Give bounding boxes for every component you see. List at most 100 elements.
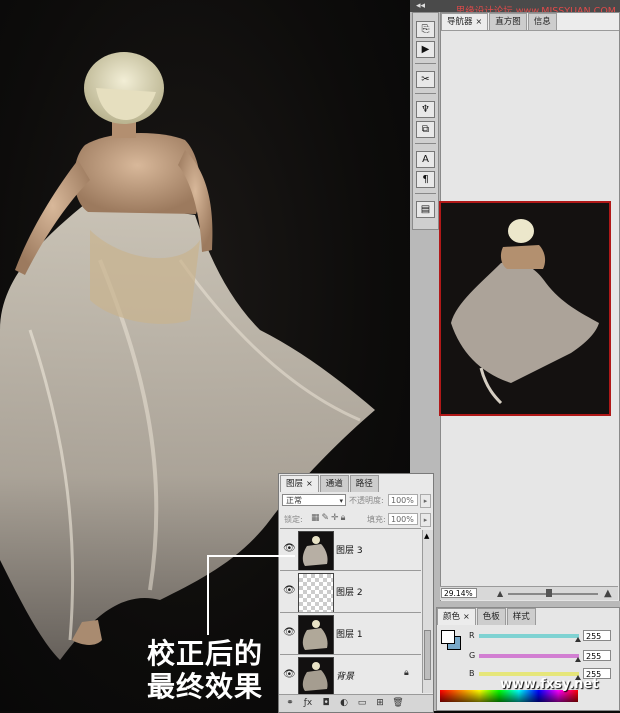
layers-panel: 图层 × 通道 路径 正常 ▾ 不透明度: 100% ▸ 锁定: ▦✎✛🔒︎ 填充:… bbox=[278, 473, 434, 713]
watermark-bottom: www.fxsy.net bbox=[500, 677, 599, 692]
delete-layer-icon[interactable]: 🗑︎ bbox=[391, 697, 405, 709]
strip-divider bbox=[415, 93, 436, 94]
tool-presets-icon[interactable]: ✂ bbox=[416, 71, 435, 88]
opacity-arrow-icon[interactable]: ▸ bbox=[420, 494, 431, 508]
layer-row[interactable]: 👁︎ 背景 🔒︎ bbox=[280, 654, 421, 695]
lock-fill-row: 锁定: ▦✎✛🔒︎ 填充: 100% ▸ bbox=[281, 511, 431, 527]
layers-tabs: 图层 × 通道 路径 bbox=[280, 475, 380, 492]
layer-row[interactable]: 👁︎ 图层 1 bbox=[280, 612, 421, 655]
adjustment-layer-icon[interactable]: ◐ bbox=[337, 697, 351, 709]
chevron-down-icon: ▾ bbox=[339, 497, 343, 505]
foreground-color-swatch[interactable] bbox=[441, 630, 455, 644]
collapse-arrows-icon[interactable]: ◂◂ bbox=[416, 0, 425, 12]
brushes-icon[interactable]: ♆ bbox=[416, 101, 435, 118]
tab-layers[interactable]: 图层 × bbox=[280, 475, 319, 492]
new-layer-icon[interactable]: ⊞ bbox=[373, 697, 387, 709]
fill-label: 填充: bbox=[367, 515, 386, 524]
tab-color[interactable]: 颜色 × bbox=[437, 608, 476, 625]
tab-swatches[interactable]: 色板 bbox=[476, 608, 506, 625]
lock-icon: 🔒︎ bbox=[404, 668, 409, 678]
scrollbar-thumb[interactable] bbox=[424, 630, 431, 680]
blend-opacity-row: 正常 ▾ 不透明度: 100% ▸ bbox=[281, 492, 431, 508]
eye-icon[interactable]: 👁︎ bbox=[283, 585, 296, 597]
history-icon[interactable]: ⎘ bbox=[416, 21, 435, 38]
layer-thumbnail bbox=[298, 531, 334, 571]
blend-mode-select[interactable]: 正常 ▾ bbox=[282, 494, 346, 506]
callout-line bbox=[207, 555, 295, 557]
actions-icon[interactable]: ▶ bbox=[416, 41, 435, 58]
caption: 校正后的 最终效果 bbox=[147, 637, 287, 703]
channel-slider-handle[interactable] bbox=[575, 657, 581, 662]
tab-label: 样式 bbox=[512, 612, 530, 622]
navigator-tabs: 导航器 × 直方图 信息 bbox=[441, 13, 558, 30]
close-icon[interactable]: × bbox=[306, 479, 313, 488]
strip-divider bbox=[415, 193, 436, 194]
navigator-preview-image bbox=[441, 203, 609, 414]
layer-name: 图层 2 bbox=[336, 588, 363, 598]
channel-value-input[interactable]: 255 bbox=[583, 650, 611, 661]
zoom-input[interactable]: 29.14% bbox=[441, 588, 477, 598]
channel-slider[interactable] bbox=[479, 654, 579, 658]
tab-label: 颜色 bbox=[443, 612, 461, 622]
tab-styles[interactable]: 样式 bbox=[506, 608, 536, 625]
layers-footer: ⚭ ƒx ◘ ◐ ▭ ⊞ 🗑︎ bbox=[279, 694, 433, 712]
layer-thumbnail bbox=[298, 615, 334, 655]
zoom-slider[interactable] bbox=[508, 593, 598, 595]
scroll-up-icon[interactable]: ▲ bbox=[424, 532, 429, 540]
tab-navigator[interactable]: 导航器 × bbox=[441, 13, 489, 30]
channel-slider[interactable] bbox=[479, 672, 579, 676]
tab-label: 导航器 bbox=[447, 17, 473, 27]
lock-label: 锁定: bbox=[284, 515, 303, 524]
close-icon[interactable]: × bbox=[476, 17, 483, 26]
color-panel: 颜色 × 色板 样式 R 255 G 255 B 255 bbox=[436, 607, 620, 711]
fx-icon[interactable]: ƒx bbox=[301, 697, 315, 709]
opacity-input[interactable]: 100% bbox=[388, 494, 418, 506]
layer-comps-icon[interactable]: ▤ bbox=[416, 201, 435, 218]
layers-scrollbar[interactable]: ▲ bbox=[422, 530, 433, 693]
tab-info[interactable]: 信息 bbox=[527, 13, 557, 30]
strip-divider bbox=[415, 143, 436, 144]
layer-thumbnail bbox=[298, 573, 334, 613]
tab-label: 信息 bbox=[533, 17, 551, 27]
channel-slider[interactable] bbox=[479, 634, 579, 638]
channel-slider-handle[interactable] bbox=[575, 637, 581, 642]
layer-name: 图层 1 bbox=[336, 630, 363, 640]
fill-input[interactable]: 100% bbox=[388, 513, 418, 525]
tab-channels[interactable]: 通道 bbox=[319, 475, 349, 492]
opacity-label: 不透明度: bbox=[349, 496, 384, 505]
layer-name: 背景 bbox=[336, 672, 355, 682]
channel-label: G bbox=[469, 651, 476, 660]
close-icon[interactable]: × bbox=[463, 612, 470, 621]
character-icon[interactable]: A bbox=[416, 151, 435, 168]
layer-thumbnail bbox=[298, 657, 334, 695]
zoom-in-icon[interactable]: ▲ bbox=[604, 588, 612, 599]
panel-icon-strip: ⎘ ▶ ✂ ♆ ⧉ A ¶ ▤ bbox=[412, 12, 439, 230]
layer-row[interactable]: 👁︎ 图层 2 bbox=[280, 570, 421, 613]
layer-mask-icon[interactable]: ◘ bbox=[319, 697, 333, 709]
layer-name: 图层 3 bbox=[336, 546, 363, 556]
channel-value-input[interactable]: 255 bbox=[583, 630, 611, 641]
strip-divider bbox=[415, 63, 436, 64]
navigator-zoom-bar: 29.14% ▲ ▲ bbox=[440, 586, 618, 600]
blend-mode-value: 正常 bbox=[286, 496, 302, 505]
new-group-icon[interactable]: ▭ bbox=[355, 697, 369, 709]
tab-label: 色板 bbox=[482, 612, 500, 622]
fill-arrow-icon[interactable]: ▸ bbox=[420, 513, 431, 527]
lock-options-icon[interactable]: ▦✎✛🔒︎ bbox=[311, 513, 347, 523]
clone-source-icon[interactable]: ⧉ bbox=[416, 121, 435, 138]
paragraph-icon[interactable]: ¶ bbox=[416, 171, 435, 188]
zoom-slider-handle[interactable] bbox=[546, 589, 552, 597]
tab-paths[interactable]: 路径 bbox=[349, 475, 379, 492]
callout-line bbox=[207, 555, 209, 635]
caption-line: 最终效果 bbox=[147, 670, 264, 703]
eye-icon[interactable]: 👁︎ bbox=[283, 543, 296, 555]
zoom-out-icon[interactable]: ▲ bbox=[497, 589, 503, 598]
channel-label: B bbox=[469, 669, 475, 678]
color-tabs: 颜色 × 色板 样式 bbox=[437, 608, 537, 625]
tab-histogram[interactable]: 直方图 bbox=[489, 13, 527, 30]
channel-label: R bbox=[469, 631, 475, 640]
tab-label: 通道 bbox=[325, 479, 343, 489]
caption-line: 校正后的 bbox=[147, 637, 264, 670]
layer-row[interactable]: 👁︎ 图层 3 bbox=[280, 528, 421, 571]
navigator-preview[interactable] bbox=[439, 201, 611, 416]
